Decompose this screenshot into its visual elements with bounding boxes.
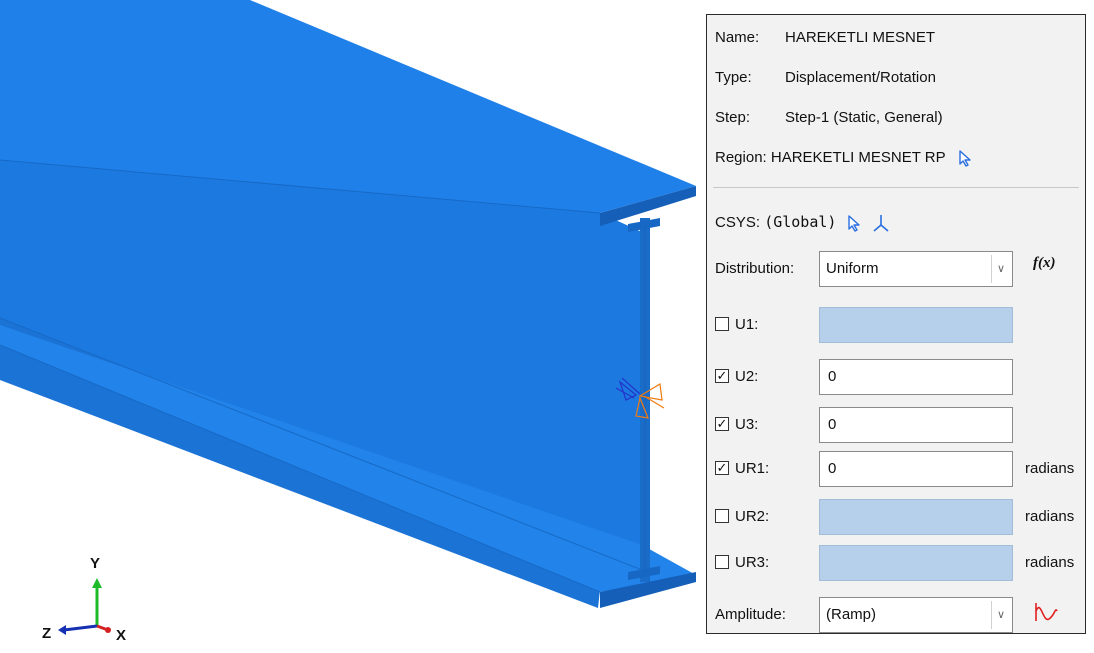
dof-value-input[interactable] <box>819 545 1013 581</box>
csys-row: CSYS: (Global) <box>715 211 891 233</box>
dof-value-input[interactable] <box>819 499 1013 535</box>
panel-separator <box>713 187 1079 188</box>
csys-value: (Global) <box>764 213 837 231</box>
amplitude-row: Amplitude: (Ramp) ∨ <box>715 597 1079 635</box>
step-value: Step-1 (Static, General) <box>785 109 943 126</box>
amplitude-select[interactable]: (Ramp) ∨ <box>819 597 1013 633</box>
dof-unit: radians <box>1025 554 1075 571</box>
dof-checkbox[interactable] <box>715 317 729 331</box>
dof-unit: radians <box>1025 508 1075 525</box>
dof-checkbox[interactable]: ✓ <box>715 461 729 475</box>
region-value: HAREKETLI MESNET RP <box>770 149 946 166</box>
type-value: Displacement/Rotation <box>785 69 936 86</box>
distribution-select[interactable]: Uniform ∨ <box>819 251 1013 287</box>
dof-checkbox[interactable] <box>715 509 729 523</box>
step-label: Step: <box>715 109 751 126</box>
dof-checkbox[interactable]: ✓ <box>715 417 729 431</box>
csys-axes-icon[interactable] <box>871 213 891 233</box>
dof-label: U3: <box>735 416 759 433</box>
fx-icon[interactable]: f(x) <box>1033 255 1056 272</box>
dof-label: U1: <box>735 316 759 333</box>
distribution-row: Distribution: Uniform ∨ f(x) <box>715 251 1079 289</box>
type-label: Type: <box>715 69 752 86</box>
csys-select-arrow-icon[interactable] <box>847 214 861 232</box>
boundary-condition-editor: Name: HAREKETLI MESNET Type: Displacement/… <box>706 14 1086 634</box>
dof-row: ✓ U3: 0 <box>715 407 1079 445</box>
dof-row: UR3: radians <box>715 545 1079 583</box>
dof-value-input[interactable]: 0 <box>819 451 1013 487</box>
amplitude-value: (Ramp) <box>826 606 877 623</box>
dof-row: ✓ U2: 0 <box>715 359 1079 397</box>
dof-label: UR2: <box>735 508 770 525</box>
dof-checkbox[interactable]: ✓ <box>715 369 729 383</box>
csys-label: CSYS: <box>715 214 761 231</box>
region-label: Region: <box>715 149 767 166</box>
amplitude-label: Amplitude: <box>715 606 786 623</box>
amplitude-curve-icon[interactable] <box>1033 601 1059 625</box>
dof-label: U2: <box>735 368 759 385</box>
dof-checkbox[interactable] <box>715 555 729 569</box>
region-select-arrow-icon[interactable] <box>958 149 972 167</box>
triad-z-label: Z <box>42 625 51 640</box>
dof-value-input[interactable]: 0 <box>819 359 1013 395</box>
dof-unit: radians <box>1025 460 1075 477</box>
dof-label: UR3: <box>735 554 770 571</box>
type-row: Type: Displacement/Rotation <box>715 67 936 89</box>
region-row: Region: HAREKETLI MESNET RP <box>715 147 972 169</box>
distribution-value: Uniform <box>826 260 879 277</box>
step-row: Step: Step-1 (Static, General) <box>715 107 943 129</box>
chevron-down-icon: ∨ <box>991 255 1010 283</box>
triad-y-label: Y <box>90 555 100 572</box>
axis-triad-icon: Y Z X <box>42 555 126 640</box>
dof-label: UR1: <box>735 460 770 477</box>
name-value: HAREKETLI MESNET <box>785 29 936 46</box>
dof-row: U1: <box>715 307 1079 345</box>
chevron-down-icon: ∨ <box>991 601 1010 629</box>
dof-row: UR2: radians <box>715 499 1079 537</box>
dof-row: ✓ UR1: 0 radians <box>715 451 1079 489</box>
dof-value-input[interactable] <box>819 307 1013 343</box>
name-row: Name: HAREKETLI MESNET <box>715 27 935 49</box>
triad-x-label: X <box>116 627 126 640</box>
distribution-label: Distribution: <box>715 260 795 277</box>
dof-value-input[interactable]: 0 <box>819 407 1013 443</box>
name-label: Name: <box>715 29 760 46</box>
